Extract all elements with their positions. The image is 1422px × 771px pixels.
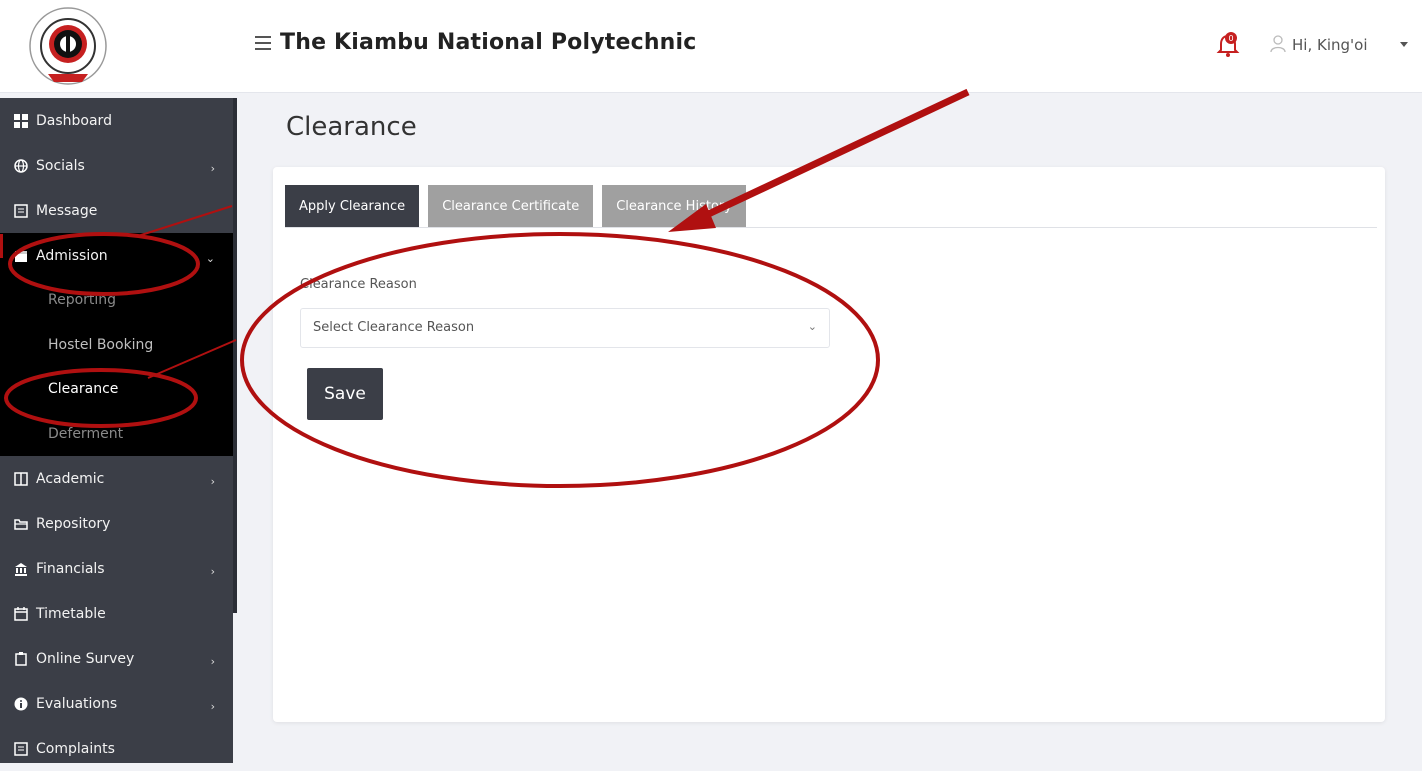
chevron-right-icon: ›: [210, 474, 215, 488]
chevron-down-icon: ⌄: [205, 251, 215, 265]
user-dropdown-caret-icon[interactable]: [1400, 42, 1408, 47]
clearance-reason-select[interactable]: Select Clearance Reason ⌄: [300, 308, 830, 348]
sidebar-item-online-survey[interactable]: Online Survey ›: [0, 636, 233, 681]
bank-icon: [14, 562, 28, 576]
sidebar-item-label: Academic: [36, 470, 105, 487]
sidebar-item-dashboard[interactable]: Dashboard: [0, 98, 233, 143]
sidebar-item-label: Evaluations: [36, 695, 118, 712]
notification-bell-icon[interactable]: 0: [1216, 30, 1240, 58]
sidebar-item-label: Repository: [36, 515, 111, 532]
sidebar-item-label: Socials: [36, 157, 85, 174]
sidebar-item-label: Admission: [36, 247, 108, 264]
tab-clearance-certificate[interactable]: Clearance Certificate: [428, 185, 594, 227]
folder-icon: [14, 517, 28, 531]
chevron-right-icon: ›: [210, 654, 215, 668]
sidebar: Dashboard Socials › Message Admission ⌄ …: [0, 98, 233, 763]
sidebar-item-financials[interactable]: Financials ›: [0, 546, 233, 591]
tab-bar: Apply Clearance Clearance Certificate Cl…: [285, 185, 1377, 228]
sidebar-item-label: Dashboard: [36, 112, 112, 129]
sidebar-item-complaints[interactable]: Complaints: [0, 726, 233, 771]
user-greeting[interactable]: Hi, King'oi: [1292, 36, 1367, 54]
tab-apply-clearance[interactable]: Apply Clearance: [285, 185, 420, 227]
tab-clearance-history[interactable]: Clearance History: [602, 185, 746, 227]
clearance-reason-label: Clearance Reason: [300, 277, 417, 292]
sidebar-item-label: Online Survey: [36, 650, 135, 667]
chevron-down-icon: ⌄: [807, 320, 817, 333]
message-icon: [14, 741, 28, 756]
calendar-icon: [14, 606, 28, 621]
save-button[interactable]: Save: [307, 368, 383, 420]
page-title: Clearance: [286, 112, 417, 142]
sidebar-item-label: Timetable: [36, 605, 106, 622]
sidebar-item-timetable[interactable]: Timetable: [0, 591, 233, 636]
sidebar-scrollbar[interactable]: [233, 98, 237, 613]
admission-submenu: Reporting Hostel Booking Clearance Defer…: [0, 278, 233, 456]
clipboard-icon: [14, 651, 28, 666]
top-bar: The Kiambu National Polytechnic 0 Hi, Ki…: [0, 0, 1422, 93]
submenu-item-reporting[interactable]: Reporting: [0, 278, 233, 323]
sidebar-item-label: Complaints: [36, 740, 115, 757]
chevron-right-icon: ›: [210, 699, 215, 713]
menu-toggle-icon[interactable]: [255, 36, 271, 50]
submenu-item-deferment[interactable]: Deferment: [0, 412, 233, 457]
chevron-right-icon: ›: [210, 564, 215, 578]
globe-icon: [14, 158, 28, 173]
submenu-item-hostel-booking[interactable]: Hostel Booking: [0, 323, 233, 368]
submenu-item-clearance[interactable]: Clearance: [0, 367, 233, 412]
user-icon[interactable]: [1270, 35, 1286, 53]
sidebar-item-label: Financials: [36, 560, 105, 577]
dashboard-icon: [14, 113, 28, 128]
chevron-right-icon: ›: [210, 161, 215, 175]
sidebar-item-evaluations[interactable]: Evaluations ›: [0, 681, 233, 726]
sidebar-item-message[interactable]: Message: [0, 188, 233, 233]
sidebar-item-admission[interactable]: Admission ⌄: [0, 233, 233, 278]
info-circle-icon: [14, 697, 28, 711]
sidebar-item-repository[interactable]: Repository: [0, 501, 233, 546]
logo[interactable]: [26, 4, 110, 88]
sidebar-item-academic[interactable]: Academic ›: [0, 456, 233, 501]
message-icon: [14, 203, 28, 218]
sidebar-item-socials[interactable]: Socials ›: [0, 143, 233, 188]
clearance-card: Apply Clearance Clearance Certificate Cl…: [273, 167, 1385, 722]
sidebar-item-label: Message: [36, 202, 98, 219]
notification-count: 0: [1228, 34, 1233, 43]
calendar-icon: [14, 249, 28, 263]
app-title: The Kiambu National Polytechnic: [280, 30, 697, 55]
clearance-reason-value: Select Clearance Reason: [313, 320, 475, 335]
book-icon: [14, 471, 28, 486]
